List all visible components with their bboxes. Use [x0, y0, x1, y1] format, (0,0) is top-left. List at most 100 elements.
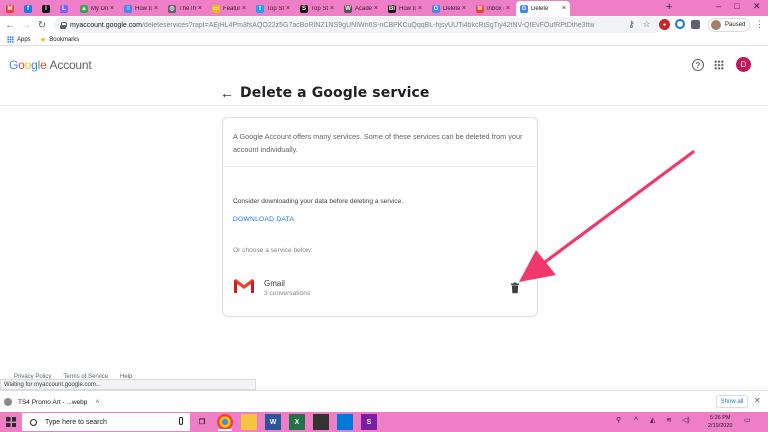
- close-tab-icon[interactable]: ×: [154, 5, 158, 12]
- close-tab-icon[interactable]: ×: [330, 5, 334, 12]
- close-tab-icon[interactable]: ×: [374, 5, 378, 12]
- forward-button[interactable]: →: [19, 18, 33, 32]
- close-shelf-icon[interactable]: ✕: [754, 396, 761, 405]
- close-tab-icon[interactable]: ×: [562, 5, 566, 12]
- download-item[interactable]: TS4 Promo Art - ...webp ˄: [4, 394, 99, 410]
- chevron-up-tray-icon[interactable]: ˄: [634, 416, 638, 423]
- browser-tab-title: Top Stor: [311, 5, 328, 12]
- close-window-icon[interactable]: ✕: [753, 1, 761, 12]
- bookmark-star-icon[interactable]: ☆: [641, 19, 652, 30]
- star-icon: ★: [40, 37, 47, 44]
- twitter-icon: t: [256, 4, 264, 13]
- browser-tab[interactable]: L: [56, 1, 74, 16]
- microphone-icon[interactable]: [179, 417, 183, 425]
- chevron-up-icon[interactable]: ˄: [95, 399, 99, 406]
- address-bar[interactable]: myaccount.google.com /deleteservices?rap…: [54, 17, 662, 33]
- task-view-icon[interactable]: ❐: [194, 414, 210, 430]
- extension-square-icon[interactable]: [691, 20, 700, 29]
- close-tab-icon[interactable]: ×: [506, 5, 510, 12]
- browser-tab[interactable]: I: [38, 1, 54, 16]
- volume-icon[interactable]: ◁): [682, 416, 690, 424]
- browser-tab[interactable]: tTop Stor×: [252, 1, 294, 16]
- slack-icon: S: [300, 4, 308, 13]
- file-icon: [4, 398, 12, 406]
- browser-tab[interactable]: G Delete ×: [428, 1, 470, 16]
- bi-icon: BI: [388, 4, 396, 13]
- insider-icon: I: [42, 4, 50, 13]
- menu-kebab-icon[interactable]: ⋮: [754, 19, 765, 30]
- chrome-taskbar-icon[interactable]: [217, 414, 233, 431]
- slides-icon: ▭: [212, 4, 220, 13]
- app-icon[interactable]: [313, 414, 329, 430]
- browser-tab-title: Feature: [223, 5, 240, 12]
- network-icon[interactable]: ◭: [650, 416, 655, 424]
- new-tab-button[interactable]: +: [666, 1, 672, 13]
- back-arrow-icon[interactable]: ←: [220, 85, 234, 101]
- minimize-icon[interactable]: –: [716, 1, 721, 11]
- service-detail: 3 conversations: [264, 290, 311, 297]
- delete-trash-icon[interactable]: [509, 282, 521, 294]
- browser-tab-title: TheThin: [179, 5, 196, 12]
- url-host: myaccount.google.com: [70, 21, 142, 29]
- apps-grid-icon: [7, 36, 14, 43]
- browser-tab[interactable]: WAcadem×: [340, 1, 382, 16]
- close-tab-icon[interactable]: ×: [286, 5, 290, 12]
- browser-tab[interactable]: BI How to ×: [384, 1, 426, 16]
- close-tab-icon[interactable]: ×: [418, 5, 422, 12]
- download-suggestion: Consider downloading your data before de…: [233, 198, 404, 205]
- docs-icon: ≡: [124, 4, 132, 13]
- close-tab-icon[interactable]: ×: [242, 5, 246, 12]
- close-tab-icon[interactable]: ×: [110, 5, 114, 12]
- wifi-icon[interactable]: ≋: [666, 416, 672, 424]
- choose-service-label: Or choose a service below:: [233, 247, 313, 254]
- reload-button[interactable]: ↻: [35, 18, 49, 32]
- system-clock[interactable]: 5:26 PM 2/10/2020: [708, 414, 732, 430]
- google-account-logo[interactable]: Google Account: [9, 58, 92, 72]
- browser-tab[interactable]: MInbox (2×: [472, 1, 514, 16]
- notifications-icon[interactable]: ▭: [744, 416, 751, 424]
- maximize-icon[interactable]: □: [734, 1, 739, 11]
- back-button[interactable]: ←: [3, 18, 17, 32]
- browser-tab[interactable]: ▭Feature×: [208, 1, 250, 16]
- taskbar-search-placeholder: Type here to search: [45, 418, 107, 426]
- windows-start-icon[interactable]: [6, 417, 16, 427]
- profile-paused-button[interactable]: Paused: [708, 18, 750, 32]
- browser-tab[interactable]: ▲My Drive×: [76, 1, 118, 16]
- close-tab-icon[interactable]: ×: [462, 5, 466, 12]
- account-avatar[interactable]: D: [736, 57, 751, 72]
- taskbar-search[interactable]: Type here to search: [22, 413, 190, 431]
- account-wordmark: Account: [49, 58, 92, 72]
- clock-time: 5:26 PM: [709, 415, 731, 421]
- browser-tab[interactable]: STop Stor×: [296, 1, 338, 16]
- show-all-button[interactable]: Show all: [716, 395, 748, 408]
- photos-icon[interactable]: [337, 414, 353, 430]
- browser-tab[interactable]: G Delete ×: [516, 1, 570, 16]
- browser-tab-title: Delete: [531, 5, 549, 12]
- bookmark-bookmarks[interactable]: ★ Bookmarks: [40, 36, 79, 44]
- key-icon[interactable]: ⚷: [626, 19, 637, 30]
- gmail-icon: [234, 279, 254, 293]
- gmail-icon: M: [476, 4, 484, 13]
- windows-taskbar: Type here to search ❐ W X S ⚲ ˄ ◭ ≋ ◁) 5…: [0, 412, 768, 432]
- browser-tab[interactable]: ≡ How to ×: [120, 1, 162, 16]
- browser-tab[interactable]: ◎TheThin×: [164, 1, 206, 16]
- slack-taskbar-icon[interactable]: S: [361, 414, 377, 430]
- loading-status: Waiting for myaccount.google.com...: [0, 379, 256, 390]
- gmail-icon: M: [6, 4, 14, 13]
- person-icon[interactable]: ⚲: [616, 416, 621, 424]
- bookmark-apps[interactable]: Apps: [7, 36, 31, 43]
- help-icon[interactable]: ?: [692, 59, 704, 71]
- browser-tab[interactable]: M: [2, 1, 18, 16]
- extension-circle-icon[interactable]: [675, 19, 685, 29]
- download-data-link[interactable]: DOWNLOAD DATA: [233, 216, 294, 223]
- facebook-icon: f: [24, 4, 32, 13]
- browser-tab[interactable]: f: [20, 1, 36, 16]
- file-explorer-icon[interactable]: [241, 414, 257, 430]
- download-filename: TS4 Promo Art - ...webp: [18, 398, 88, 406]
- word-icon[interactable]: W: [265, 414, 281, 430]
- excel-icon[interactable]: X: [289, 414, 305, 430]
- extension-adblock-icon[interactable]: ●: [659, 19, 670, 30]
- apps-grid-button[interactable]: [714, 60, 724, 70]
- search-icon: [30, 418, 37, 426]
- close-tab-icon[interactable]: ×: [198, 5, 202, 12]
